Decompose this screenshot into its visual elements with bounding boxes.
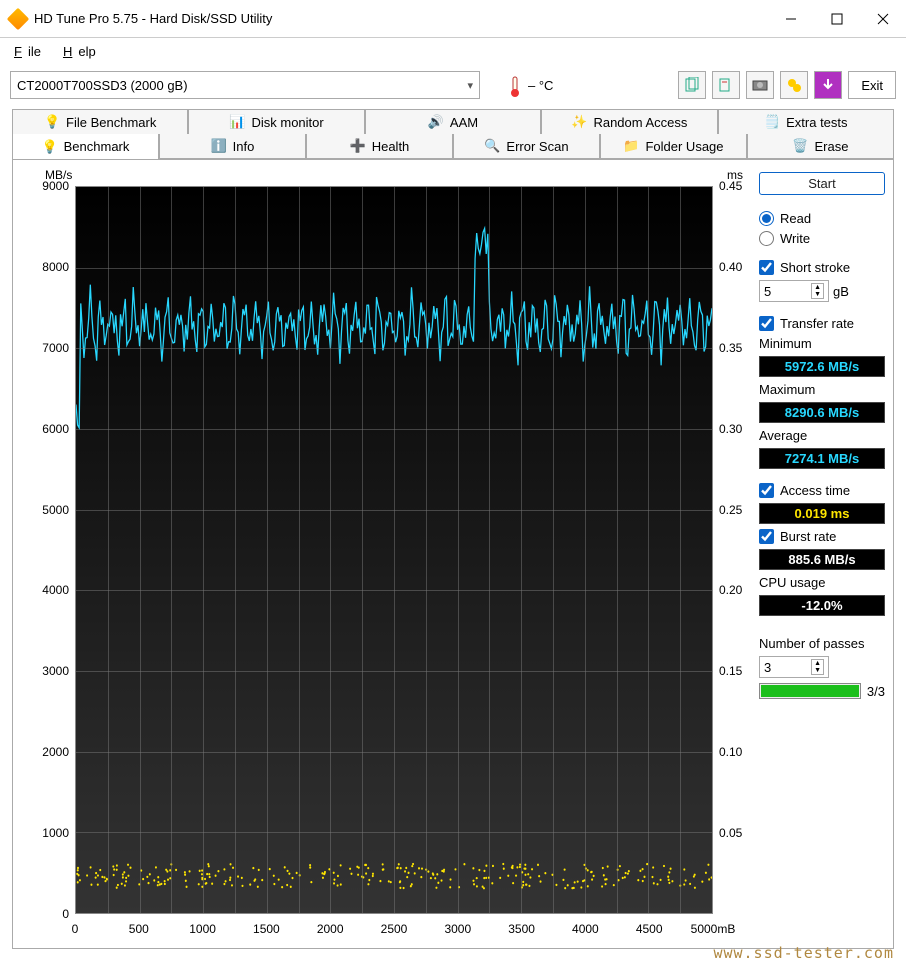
- bulb-icon: 💡: [42, 139, 58, 155]
- cpu-label: CPU usage: [759, 575, 885, 590]
- copy-info-button[interactable]: [712, 71, 740, 99]
- side-panel: Start Read Write Short stroke 5▲▼ gB Tra…: [759, 168, 889, 942]
- y-right-ticks: 0.450.400.350.300.250.200.150.100.05: [715, 186, 755, 914]
- progress-bar: [759, 683, 861, 699]
- window-title: HD Tune Pro 5.75 - Hard Disk/SSD Utility: [34, 11, 768, 26]
- tab-health[interactable]: ➕Health: [306, 134, 453, 159]
- menu-file[interactable]: File: [8, 42, 53, 61]
- trash-icon: 🗑️: [793, 138, 809, 154]
- sparkle-icon: ✨: [571, 114, 587, 130]
- transfer-rate-checkbox[interactable]: Transfer rate: [759, 316, 885, 331]
- tab-erase[interactable]: 🗑️Erase: [747, 134, 894, 159]
- tab-disk-monitor[interactable]: 📊Disk monitor: [188, 109, 364, 134]
- maximize-button[interactable]: [814, 3, 860, 35]
- folder-icon: 📁: [623, 138, 639, 154]
- close-button[interactable]: [860, 3, 906, 35]
- minimum-value: 5972.6 MB/s: [759, 356, 885, 377]
- burst-rate-checkbox[interactable]: Burst rate: [759, 529, 885, 544]
- screenshot-button[interactable]: [746, 71, 774, 99]
- write-radio[interactable]: Write: [759, 231, 885, 246]
- cpu-value: -12.0%: [759, 595, 885, 616]
- burst-rate-value: 885.6 MB/s: [759, 549, 885, 570]
- content-area: MB/s ms 90008000700060005000400030002000…: [12, 159, 894, 949]
- chart-icon: 📊: [229, 114, 245, 130]
- info-icon: ℹ️: [211, 138, 227, 154]
- short-stroke-checkbox[interactable]: Short stroke: [759, 260, 885, 275]
- read-radio[interactable]: Read: [759, 211, 885, 226]
- tab-info[interactable]: ℹ️Info: [159, 134, 306, 159]
- average-label: Average: [759, 428, 885, 443]
- progress-text: 3/3: [867, 684, 885, 699]
- tab-file-benchmark[interactable]: 💡File Benchmark: [12, 109, 188, 134]
- menu-help[interactable]: Help: [57, 42, 108, 61]
- passes-input[interactable]: 3▲▼: [759, 656, 885, 678]
- maximum-value: 8290.6 MB/s: [759, 402, 885, 423]
- exit-button[interactable]: Exit: [848, 71, 896, 99]
- temperature-value: – °C: [528, 78, 553, 93]
- watermark: www.ssd-tester.com: [713, 944, 894, 962]
- thermometer-icon: [506, 72, 524, 98]
- access-time-checkbox[interactable]: Access time: [759, 483, 885, 498]
- passes-label: Number of passes: [759, 636, 885, 651]
- bulb-icon: 💡: [44, 114, 60, 130]
- app-icon: [7, 7, 30, 30]
- stepper-icon[interactable]: ▲▼: [811, 659, 824, 675]
- chart-plot: [75, 186, 713, 914]
- tab-error-scan[interactable]: 🔍Error Scan: [453, 134, 600, 159]
- menubar: File Help: [0, 38, 906, 65]
- options-button[interactable]: [780, 71, 808, 99]
- window-controls: [768, 3, 906, 35]
- magnify-icon: 🔍: [484, 138, 500, 154]
- speaker-icon: 🔊: [428, 114, 444, 130]
- toolbar: CT2000T700SSD3 (2000 gB) ▾ – °C Exit: [0, 65, 906, 109]
- tab-aam[interactable]: 🔊AAM: [365, 109, 541, 134]
- average-value: 7274.1 MB/s: [759, 448, 885, 469]
- y-left-ticks: 9000800070006000500040003000200010000: [17, 186, 73, 914]
- tab-folder-usage[interactable]: 📁Folder Usage: [600, 134, 747, 159]
- temperature-display: – °C: [506, 72, 553, 98]
- chart-area: MB/s ms 90008000700060005000400030002000…: [17, 168, 755, 942]
- progress-row: 3/3: [759, 683, 885, 699]
- save-button[interactable]: [814, 71, 842, 99]
- access-time-value: 0.019 ms: [759, 503, 885, 524]
- titlebar: HD Tune Pro 5.75 - Hard Disk/SSD Utility: [0, 0, 906, 38]
- drive-select-value: CT2000T700SSD3 (2000 gB): [17, 78, 188, 93]
- tabs-bottom: 💡Benchmark ℹ️Info ➕Health 🔍Error Scan 📁F…: [12, 134, 894, 159]
- drive-select[interactable]: CT2000T700SSD3 (2000 gB) ▾: [10, 71, 480, 99]
- minimum-label: Minimum: [759, 336, 885, 351]
- tab-extra-tests[interactable]: 🗒️Extra tests: [718, 109, 894, 134]
- tab-benchmark[interactable]: 💡Benchmark: [12, 134, 159, 160]
- calc-icon: 🗒️: [764, 114, 780, 130]
- tab-random-access[interactable]: ✨Random Access: [541, 109, 717, 134]
- stepper-icon[interactable]: ▲▼: [811, 283, 824, 299]
- start-button[interactable]: Start: [759, 172, 885, 195]
- health-icon: ➕: [350, 138, 366, 154]
- tabs-top: 💡File Benchmark 📊Disk monitor 🔊AAM ✨Rand…: [12, 109, 894, 134]
- short-stroke-input[interactable]: 5▲▼ gB: [759, 280, 885, 302]
- x-ticks: 0500100015002000250030003500400045005000…: [75, 918, 713, 942]
- copy-text-button[interactable]: [678, 71, 706, 99]
- tab-container: 💡File Benchmark 📊Disk monitor 🔊AAM ✨Rand…: [0, 109, 906, 159]
- minimize-button[interactable]: [768, 3, 814, 35]
- chevron-down-icon: ▾: [467, 79, 473, 92]
- maximum-label: Maximum: [759, 382, 885, 397]
